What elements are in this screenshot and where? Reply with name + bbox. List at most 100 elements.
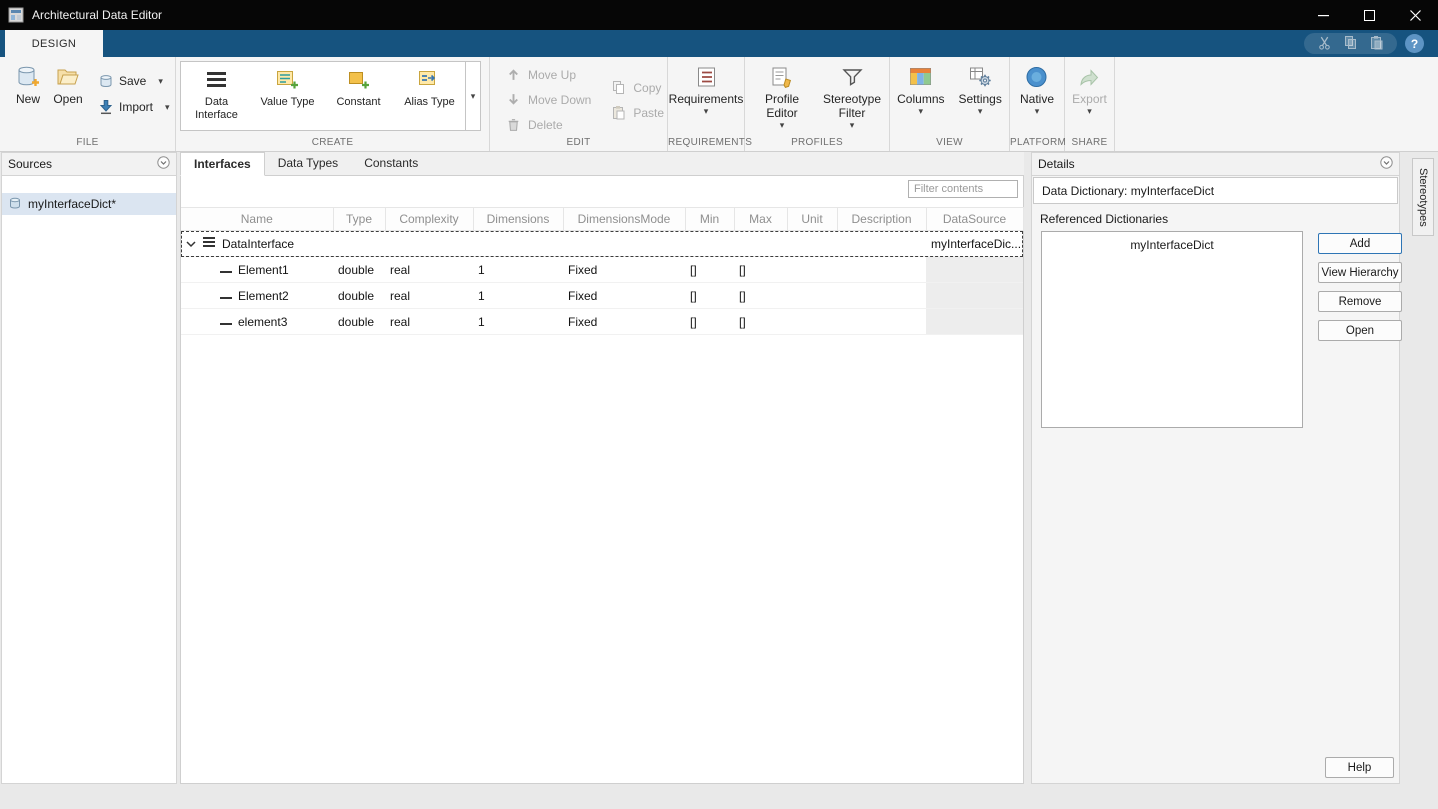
export-button[interactable]: Export ▾ [1069,57,1110,118]
cell-max[interactable]: [] [734,308,787,335]
profile-editor-button[interactable]: Profile Editor ▾ [749,57,815,132]
import-button[interactable]: Import ▾ [98,99,170,115]
cut-icon[interactable] [1317,35,1332,53]
data-interface-button[interactable]: Data Interface [181,62,252,130]
cell-name[interactable]: Element1 [181,256,333,283]
column-header-dimensionsmode[interactable]: DimensionsMode [563,207,686,231]
column-header-complexity[interactable]: Complexity [385,207,474,231]
cell-complexity[interactable]: real [385,282,473,309]
save-button[interactable]: Save ▾ [98,73,170,89]
cell-max[interactable] [734,230,787,257]
cell-unit[interactable] [787,256,837,283]
move-down-button[interactable]: Move Down [506,92,591,108]
column-header-dimensions[interactable]: Dimensions [473,207,564,231]
cell-type[interactable]: double [333,308,385,335]
cell-dimensions[interactable]: 1 [473,308,563,335]
column-header-description[interactable]: Description [837,207,927,231]
add-button[interactable]: Add [1318,233,1402,254]
filter-contents-input[interactable] [908,180,1018,198]
table-row-datainterface[interactable]: DataInterface myInterfaceDic... [181,230,1023,257]
cell-name[interactable]: element3 [181,308,333,335]
expander-chevron-icon[interactable] [186,237,196,251]
details-collapse-icon[interactable] [1380,156,1393,172]
constant-button[interactable]: Constant [323,62,394,130]
cell-dimensionsmode[interactable] [563,230,685,257]
cell-datasource[interactable]: myInterfaceDic... [926,230,1023,257]
copy-icon[interactable] [1343,35,1358,53]
table-row-element2[interactable]: Element2 double real 1 Fixed [] [] [181,282,1023,309]
cell-type[interactable] [333,230,385,257]
stereotypes-tab[interactable]: Stereotypes [1412,158,1434,236]
move-up-button[interactable]: Move Up [506,67,591,83]
cell-complexity[interactable]: real [385,256,473,283]
cell-type[interactable]: double [333,256,385,283]
native-button[interactable]: Native ▾ [1017,57,1057,118]
cell-dimensionsmode[interactable]: Fixed [563,308,685,335]
cell-complexity[interactable] [385,230,473,257]
delete-button[interactable]: Delete [506,117,591,133]
tab-interfaces[interactable]: Interfaces [180,152,265,176]
tab-design[interactable]: DESIGN [5,30,103,57]
cell-dimensionsmode[interactable]: Fixed [563,282,685,309]
cell-datasource[interactable] [926,256,1023,283]
sources-collapse-icon[interactable] [157,156,170,172]
requirements-button[interactable]: Requirements ▾ [668,57,744,118]
close-button[interactable] [1392,0,1438,30]
cell-description[interactable] [837,308,926,335]
column-header-type[interactable]: Type [333,207,386,231]
referenced-dictionary-item[interactable]: myInterfaceDict [1042,238,1302,252]
settings-button[interactable]: Settings ▾ [956,57,1005,118]
column-header-unit[interactable]: Unit [787,207,838,231]
cell-complexity[interactable]: real [385,308,473,335]
create-gallery-dropdown[interactable]: ▾ [465,62,480,130]
tab-data-types[interactable]: Data Types [265,152,351,175]
cell-min[interactable]: [] [685,308,734,335]
paste-button[interactable]: Paste [611,105,664,121]
save-dropdown-icon[interactable]: ▾ [158,76,163,86]
view-hierarchy-button[interactable]: View Hierarchy [1318,262,1402,283]
stereotype-filter-button[interactable]: Stereotype Filter ▾ [819,57,885,132]
help-button[interactable]: Help [1325,757,1394,778]
open-button[interactable]: Open [48,57,88,108]
cell-datasource[interactable] [926,308,1023,335]
cell-unit[interactable] [787,230,837,257]
column-header-name[interactable]: Name [181,207,334,231]
cell-dimensionsmode[interactable]: Fixed [563,256,685,283]
new-button[interactable]: New [8,57,48,108]
cell-type[interactable]: double [333,282,385,309]
column-header-min[interactable]: Min [685,207,735,231]
cell-description[interactable] [837,256,926,283]
alias-type-button[interactable]: Alias Type [394,62,465,130]
cell-max[interactable]: [] [734,282,787,309]
paste-icon[interactable] [1369,35,1384,53]
cell-min[interactable] [685,230,734,257]
cell-datasource[interactable] [926,282,1023,309]
minimize-button[interactable] [1300,0,1346,30]
columns-button[interactable]: Columns ▾ [894,57,947,118]
cell-min[interactable]: [] [685,256,734,283]
remove-button[interactable]: Remove [1318,291,1402,312]
tab-constants[interactable]: Constants [351,152,431,175]
source-item-myinterfacedict[interactable]: myInterfaceDict* [2,193,176,215]
cell-name[interactable]: Element2 [181,282,333,309]
cell-description[interactable] [837,282,926,309]
value-type-button[interactable]: Value Type [252,62,323,130]
table-row-element1[interactable]: Element1 double real 1 Fixed [] [] [181,256,1023,283]
column-header-datasource[interactable]: DataSource [926,207,1024,231]
cell-description[interactable] [837,230,926,257]
import-dropdown-icon[interactable]: ▾ [165,102,170,112]
copy-button[interactable]: Copy [611,80,664,96]
help-icon[interactable]: ? [1405,34,1424,53]
cell-min[interactable]: [] [685,282,734,309]
cell-dimensions[interactable]: 1 [473,256,563,283]
cell-dimensions[interactable]: 1 [473,282,563,309]
open-button-details[interactable]: Open [1318,320,1402,341]
cell-name[interactable]: DataInterface [181,230,333,257]
table-row-element3[interactable]: element3 double real 1 Fixed [] [] [181,308,1023,335]
cell-unit[interactable] [787,282,837,309]
referenced-dictionaries-list[interactable]: myInterfaceDict [1041,231,1303,428]
cell-dimensions[interactable] [473,230,563,257]
maximize-button[interactable] [1346,0,1392,30]
column-header-max[interactable]: Max [734,207,788,231]
cell-max[interactable]: [] [734,256,787,283]
